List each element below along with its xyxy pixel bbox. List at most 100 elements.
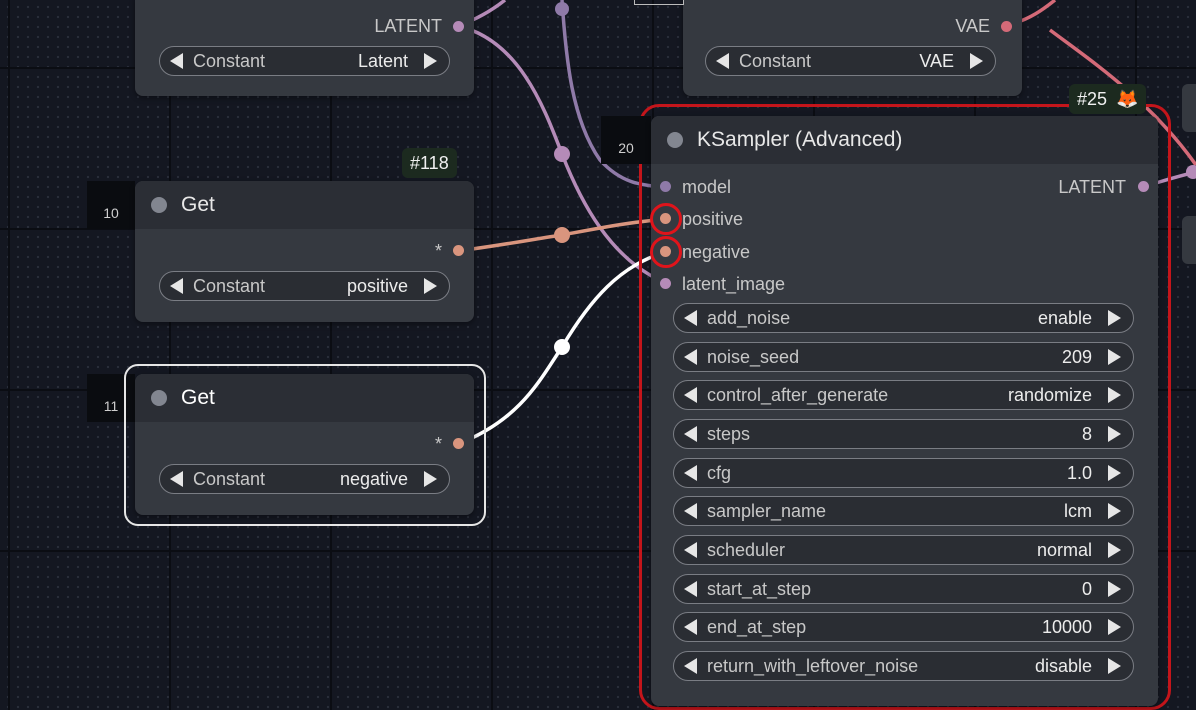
scheduler-widget[interactable]: scheduler normal <box>673 535 1134 565</box>
increment-arrow-icon[interactable] <box>1108 465 1121 481</box>
widget-value: Latent <box>357 50 408 71</box>
widget-name: noise_seed <box>707 346 800 367</box>
widget-name: return_with_leftover_noise <box>707 655 919 676</box>
output-dot[interactable] <box>453 245 464 256</box>
decrement-arrow-icon[interactable] <box>684 426 697 442</box>
increment-arrow-icon[interactable] <box>1108 542 1121 558</box>
decrement-arrow-icon[interactable] <box>170 278 183 294</box>
vae-constant-node[interactable]: VAE Constant VAE <box>683 0 1022 96</box>
widget-value: 8 <box>1081 423 1092 444</box>
increment-arrow-icon[interactable] <box>424 278 437 294</box>
latent-output-label: LATENT <box>374 16 442 36</box>
start-at-step-widget[interactable]: start_at_step 0 <box>673 574 1134 604</box>
collapse-dot-icon[interactable] <box>151 390 167 406</box>
decrement-arrow-icon[interactable] <box>684 349 697 365</box>
decrement-arrow-icon[interactable] <box>684 465 697 481</box>
widget-value: lcm <box>1064 500 1092 521</box>
widget-name: cfg <box>707 462 732 483</box>
sampler-name-widget[interactable]: sampler_name lcm <box>673 496 1134 526</box>
ksampler-advanced-node[interactable]: KSampler (Advanced) model LATENT positiv… <box>651 116 1158 706</box>
decrement-arrow-icon[interactable] <box>684 619 697 635</box>
latent-output-midpoint[interactable] <box>1186 165 1196 179</box>
latent-image-input-label: latent_image <box>682 274 786 294</box>
decrement-arrow-icon[interactable] <box>684 581 697 597</box>
steps-widget[interactable]: steps 8 <box>673 419 1134 449</box>
end-at-step-widget[interactable]: end_at_step 10000 <box>673 612 1134 642</box>
latent-output-label: LATENT <box>1058 177 1126 197</box>
increment-arrow-icon[interactable] <box>1108 503 1121 519</box>
output-label: * <box>434 241 442 261</box>
increment-arrow-icon[interactable] <box>1108 349 1121 365</box>
badge-text: #25 <box>1077 89 1108 109</box>
widget-value: VAE <box>919 50 954 71</box>
decrement-arrow-icon[interactable] <box>684 542 697 558</box>
increment-arrow-icon[interactable] <box>1108 658 1121 674</box>
offscreen-node-edge <box>634 0 684 5</box>
vae-output-label: VAE <box>955 16 990 36</box>
latent-image-input-dot[interactable] <box>660 278 671 289</box>
negative-link-midpoint[interactable] <box>554 339 570 355</box>
negative-input-highlight <box>650 236 682 268</box>
decrement-arrow-icon[interactable] <box>170 53 183 69</box>
increment-arrow-icon[interactable] <box>1108 310 1121 326</box>
increment-arrow-icon[interactable] <box>1108 387 1121 403</box>
widget-name: steps <box>707 423 751 444</box>
latent-link-midpoint[interactable] <box>554 146 570 162</box>
latent-constant-widget[interactable]: Constant Latent <box>159 46 450 76</box>
node-title: Get <box>181 386 215 409</box>
widget-value: 1.0 <box>1066 462 1092 483</box>
cfg-widget[interactable]: cfg 1.0 <box>673 458 1134 488</box>
noise-seed-widget[interactable]: noise_seed 209 <box>673 342 1134 372</box>
increment-arrow-icon[interactable] <box>1108 426 1121 442</box>
decrement-arrow-icon[interactable] <box>684 310 697 326</box>
widget-name: sampler_name <box>707 500 827 521</box>
collapse-dot-icon[interactable] <box>667 132 683 148</box>
decrement-arrow-icon[interactable] <box>170 471 183 487</box>
model-link-midpoint[interactable] <box>555 2 569 16</box>
widget-name: Constant <box>193 468 266 489</box>
constant-widget[interactable]: Constant positive <box>159 271 450 301</box>
negative-input-label: negative <box>682 242 751 262</box>
positive-link-midpoint[interactable] <box>554 227 570 243</box>
increment-arrow-icon[interactable] <box>970 53 983 69</box>
model-input-label: model <box>682 177 732 197</box>
node-header[interactable]: Get <box>135 374 474 422</box>
increment-arrow-icon[interactable] <box>424 471 437 487</box>
node-badge: #25 🦊 <box>1069 84 1147 114</box>
widget-name: Constant <box>193 275 266 296</box>
latent-output-dot[interactable] <box>453 21 464 32</box>
output-dot[interactable] <box>453 438 464 449</box>
vae-constant-widget[interactable]: Constant VAE <box>705 46 996 76</box>
increment-arrow-icon[interactable] <box>1108 581 1121 597</box>
node-header[interactable]: Get <box>135 181 474 229</box>
decrement-arrow-icon[interactable] <box>716 53 729 69</box>
decrement-arrow-icon[interactable] <box>684 658 697 674</box>
output-label: * <box>434 434 442 454</box>
widget-value: enable <box>1037 307 1092 328</box>
decrement-arrow-icon[interactable] <box>684 503 697 519</box>
increment-arrow-icon[interactable] <box>424 53 437 69</box>
decrement-arrow-icon[interactable] <box>684 387 697 403</box>
return-with-leftover-noise-widget[interactable]: return_with_leftover_noise disable <box>673 651 1134 681</box>
control-after-generate-widget[interactable]: control_after_generate randomize <box>673 380 1134 410</box>
widget-value: randomize <box>1007 384 1092 405</box>
model-input-dot[interactable] <box>660 181 671 192</box>
offscreen-node-edge-right <box>1182 84 1196 132</box>
node-header[interactable]: KSampler (Advanced) <box>651 116 1158 164</box>
fox-emoji-icon: 🦊 <box>1116 89 1139 109</box>
increment-arrow-icon[interactable] <box>1108 619 1121 635</box>
constant-widget[interactable]: Constant negative <box>159 464 450 494</box>
latent-output-dot[interactable] <box>1138 181 1149 192</box>
get-negative-node[interactable]: Get * Constant negative <box>135 374 474 515</box>
get-positive-node[interactable]: Get * Constant positive <box>135 181 474 322</box>
vae-output-dot[interactable] <box>1001 21 1012 32</box>
widget-name: start_at_step <box>707 578 812 599</box>
latent-constant-node[interactable]: LATENT Constant Latent <box>135 0 474 96</box>
node-title: KSampler (Advanced) <box>697 128 903 151</box>
widget-value: positive <box>346 275 408 296</box>
widget-value: disable <box>1034 655 1092 676</box>
widget-name: Constant <box>739 50 812 71</box>
collapse-dot-icon[interactable] <box>151 197 167 213</box>
widget-name: add_noise <box>707 307 791 328</box>
add-noise-widget[interactable]: add_noise enable <box>673 303 1134 333</box>
